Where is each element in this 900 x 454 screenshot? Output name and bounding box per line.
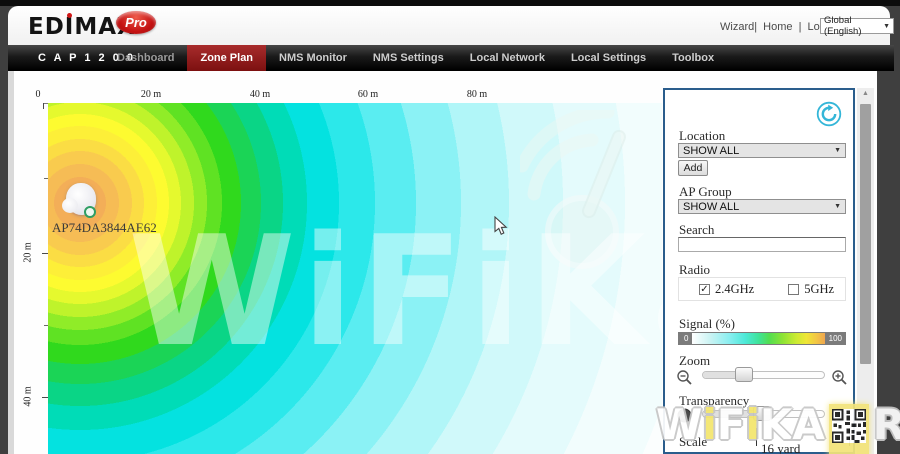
ruler-label-0: 0 — [21, 89, 55, 100]
signal-gradient-legend: 0 100 — [678, 332, 846, 345]
transparency-min-icon — [677, 408, 692, 423]
ruler-label-40m: 40 m — [243, 89, 277, 100]
location-label: Location — [679, 128, 725, 144]
language-dropdown[interactable]: Global (English) ▼ — [820, 18, 894, 34]
tab-local-network[interactable]: Local Network — [457, 45, 558, 71]
zone-plan-heatmap[interactable] — [48, 103, 662, 454]
signal-gradient — [692, 333, 824, 344]
language-value: Global (English) — [824, 15, 883, 37]
scale-left-mark — [756, 428, 757, 446]
refresh-icon[interactable] — [816, 101, 842, 127]
scrollbar-up-icon[interactable]: ▲ — [857, 90, 874, 97]
chevron-down-icon: ▼ — [834, 203, 841, 210]
scale-right-mark — [849, 428, 850, 446]
ap-group-dropdown[interactable]: SHOW ALL ▼ — [678, 199, 846, 214]
logo-red-dot-icon — [67, 13, 72, 18]
tab-toolbox[interactable]: Toolbox — [659, 45, 727, 71]
radio-24ghz-checkbox[interactable]: ✓ — [699, 284, 710, 295]
ap-status-badge — [84, 206, 96, 218]
ruler-label-60m: 60 m — [351, 89, 385, 100]
zoom-out-icon[interactable] — [676, 369, 693, 386]
chevron-down-icon: ▼ — [883, 23, 890, 30]
zoom-label: Zoom — [679, 353, 710, 369]
radio-5ghz-checkbox[interactable] — [788, 284, 799, 295]
tab-dashboard[interactable]: Dashboard — [104, 45, 187, 71]
ap-group-value: SHOW ALL — [683, 201, 739, 213]
radio-24ghz-label: 2.4GHz — [715, 282, 754, 297]
mouse-cursor-icon — [494, 216, 508, 236]
radio-5ghz-label: 5GHz — [804, 282, 834, 297]
ruler-label-20m: 20 m — [134, 89, 168, 100]
transparency-slider-thumb[interactable] — [753, 406, 771, 421]
zoom-slider-thumb[interactable] — [735, 367, 753, 382]
search-label: Search — [679, 222, 714, 238]
transparency-label: Transparency — [679, 393, 749, 409]
search-input[interactable] — [678, 237, 846, 252]
signal-max-label: 100 — [829, 334, 842, 343]
zone-plan-control-panel: Location SHOW ALL ▼ Add AP Group SHOW AL… — [663, 88, 855, 454]
wizard-link[interactable]: Wizard| — [720, 21, 757, 33]
location-value: SHOW ALL — [683, 145, 739, 157]
add-button[interactable]: Add — [678, 160, 708, 176]
home-link[interactable]: Home — [763, 21, 792, 33]
ruler-label-left-40m: 40 m — [23, 382, 34, 412]
panel-scrollbar-thumb[interactable] — [860, 104, 871, 364]
link-separator: | — [799, 21, 802, 33]
ruler-tick — [43, 103, 44, 109]
tab-zone-plan[interactable]: Zone Plan — [187, 45, 266, 71]
access-point-icon — [62, 198, 78, 213]
tab-local-settings[interactable]: Local Settings — [558, 45, 659, 71]
chevron-down-icon: ▼ — [834, 147, 841, 154]
radio-band-row: ✓ 2.4GHz 5GHz — [678, 277, 846, 301]
signal-min-label: 0 — [684, 334, 688, 343]
ap-name-label: AP74DA3844AE62 — [52, 220, 157, 236]
ruler-label-80m: 80 m — [460, 89, 494, 100]
ruler-label-left-20m: 20 m — [23, 238, 34, 268]
tab-nms-settings[interactable]: NMS Settings — [360, 45, 457, 71]
header: EDIMAX Pro Wizard| Home | Logout | Globa… — [8, 6, 890, 45]
ap-group-label: AP Group — [679, 184, 732, 200]
tab-nms-monitor[interactable]: NMS Monitor — [266, 45, 360, 71]
content-left-margin — [8, 71, 14, 454]
radio-label: Radio — [679, 262, 710, 278]
zoom-in-icon[interactable] — [831, 369, 848, 386]
main-nav: C A P 1 2 0 0 Dashboard Zone Plan NMS Mo… — [8, 45, 894, 71]
location-dropdown[interactable]: SHOW ALL ▼ — [678, 143, 846, 158]
app-window: EDIMAX Pro Wizard| Home | Logout | Globa… — [0, 0, 900, 454]
signal-label: Signal (%) — [679, 316, 735, 332]
transparency-max-icon — [831, 408, 846, 423]
scale-value: 16 yard — [761, 441, 800, 454]
nav-tabs: Dashboard Zone Plan NMS Monitor NMS Sett… — [104, 45, 727, 71]
pro-badge: Pro — [116, 11, 156, 34]
zoom-slider-track[interactable] — [702, 371, 825, 379]
scale-label: Scale — [679, 434, 707, 450]
